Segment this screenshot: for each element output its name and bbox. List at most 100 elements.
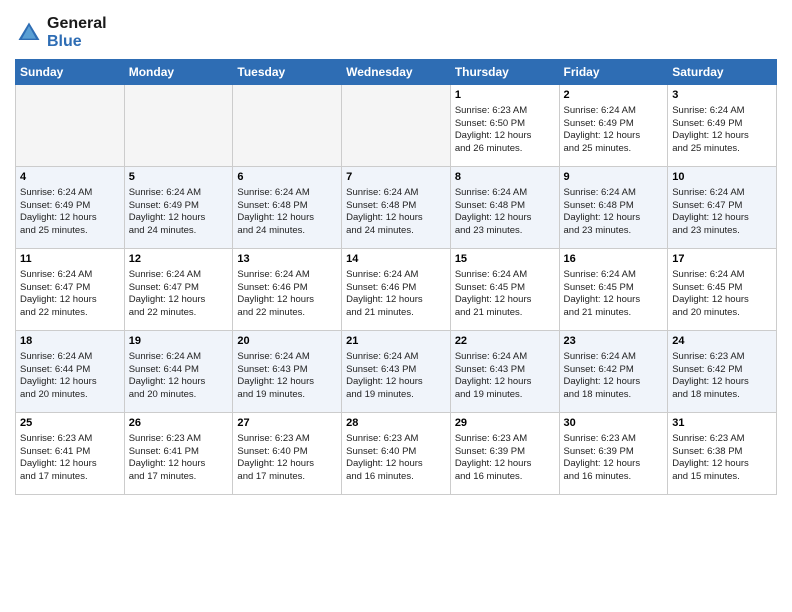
day-info: Sunrise: 6:24 AM Sunset: 6:48 PM Dayligh… [346, 187, 446, 238]
calendar-cell: 19 Sunrise: 6:24 AM Sunset: 6:44 PM Dayli… [124, 331, 233, 413]
calendar-cell [124, 85, 233, 167]
day-info: Sunrise: 6:24 AM Sunset: 6:45 PM Dayligh… [455, 269, 555, 320]
day-info: Sunrise: 6:23 AM Sunset: 6:42 PM Dayligh… [672, 351, 772, 402]
day-info: Sunrise: 6:24 AM Sunset: 6:49 PM Dayligh… [129, 187, 229, 238]
day-info: Sunrise: 6:24 AM Sunset: 6:47 PM Dayligh… [129, 269, 229, 320]
calendar-container: General Blue SundayMondayTuesdayWednesda… [0, 0, 792, 505]
calendar-cell: 21Sunrise: 6:24 AM Sunset: 6:43 PM Dayli… [342, 331, 451, 413]
calendar-cell: 20 Sunrise: 6:24 AM Sunset: 6:43 PM Dayli… [233, 331, 342, 413]
day-number: 4 [20, 170, 120, 185]
day-header-thursday: Thursday [450, 60, 559, 85]
day-info: Sunrise: 6:24 AM Sunset: 6:43 PM Dayligh… [237, 351, 337, 402]
day-info: Sunrise: 6:24 AM Sunset: 6:47 PM Dayligh… [20, 269, 120, 320]
day-info: Sunrise: 6:24 AM Sunset: 6:45 PM Dayligh… [564, 269, 664, 320]
day-header-saturday: Saturday [668, 60, 777, 85]
day-number: 17 [672, 252, 772, 267]
calendar-cell: 9 Sunrise: 6:24 AM Sunset: 6:48 PM Daylig… [559, 167, 668, 249]
day-number: 21 [346, 334, 446, 349]
calendar-cell: 24 Sunrise: 6:23 AM Sunset: 6:42 PM Dayli… [668, 331, 777, 413]
day-number: 6 [237, 170, 337, 185]
day-number: 20 [237, 334, 337, 349]
calendar-cell: 11 Sunrise: 6:24 AM Sunset: 6:47 PM Dayli… [16, 249, 125, 331]
day-info: Sunrise: 6:24 AM Sunset: 6:47 PM Dayligh… [672, 187, 772, 238]
calendar-cell: 3 Sunrise: 6:24 AM Sunset: 6:49 PM Daylig… [668, 85, 777, 167]
day-header-friday: Friday [559, 60, 668, 85]
calendar-cell: 12Sunrise: 6:24 AM Sunset: 6:47 PM Dayli… [124, 249, 233, 331]
calendar-cell: 27Sunrise: 6:23 AM Sunset: 6:40 PM Dayli… [233, 413, 342, 495]
calendar-cell: 16Sunrise: 6:24 AM Sunset: 6:45 PM Dayli… [559, 249, 668, 331]
calendar-cell: 23 Sunrise: 6:24 AM Sunset: 6:42 PM Dayli… [559, 331, 668, 413]
day-info: Sunrise: 6:23 AM Sunset: 6:40 PM Dayligh… [237, 433, 337, 484]
day-number: 7 [346, 170, 446, 185]
day-number: 9 [564, 170, 664, 185]
day-info: Sunrise: 6:24 AM Sunset: 6:49 PM Dayligh… [672, 105, 772, 156]
day-number: 14 [346, 252, 446, 267]
day-info: Sunrise: 6:23 AM Sunset: 6:39 PM Dayligh… [564, 433, 664, 484]
calendar-body: 1 Sunrise: 6:23 AM Sunset: 6:50 PM Daylig… [16, 85, 777, 495]
calendar-cell: 28 Sunrise: 6:23 AM Sunset: 6:40 PM Dayli… [342, 413, 451, 495]
week-row-4: 18 Sunrise: 6:24 AM Sunset: 6:44 PM Dayli… [16, 331, 777, 413]
logo-text: General Blue [47, 15, 107, 51]
day-info: Sunrise: 6:24 AM Sunset: 6:42 PM Dayligh… [564, 351, 664, 402]
day-info: Sunrise: 6:23 AM Sunset: 6:50 PM Dayligh… [455, 105, 555, 156]
day-info: Sunrise: 6:24 AM Sunset: 6:46 PM Dayligh… [237, 269, 337, 320]
day-info: Sunrise: 6:23 AM Sunset: 6:38 PM Dayligh… [672, 433, 772, 484]
calendar-header-row: SundayMondayTuesdayWednesdayThursdayFrid… [16, 60, 777, 85]
calendar-cell: 1 Sunrise: 6:23 AM Sunset: 6:50 PM Daylig… [450, 85, 559, 167]
calendar-cell: 13Sunrise: 6:24 AM Sunset: 6:46 PM Dayli… [233, 249, 342, 331]
day-info: Sunrise: 6:24 AM Sunset: 6:49 PM Dayligh… [564, 105, 664, 156]
calendar-cell: 7 Sunrise: 6:24 AM Sunset: 6:48 PM Daylig… [342, 167, 451, 249]
day-number: 10 [672, 170, 772, 185]
day-info: Sunrise: 6:24 AM Sunset: 6:43 PM Dayligh… [455, 351, 555, 402]
calendar-cell [16, 85, 125, 167]
calendar-cell: 30 Sunrise: 6:23 AM Sunset: 6:39 PM Dayli… [559, 413, 668, 495]
day-number: 18 [20, 334, 120, 349]
day-number: 28 [346, 416, 446, 431]
day-number: 3 [672, 88, 772, 103]
day-number: 11 [20, 252, 120, 267]
day-number: 31 [672, 416, 772, 431]
calendar-cell: 10 Sunrise: 6:24 AM Sunset: 6:47 PM Dayli… [668, 167, 777, 249]
day-info: Sunrise: 6:24 AM Sunset: 6:48 PM Dayligh… [237, 187, 337, 238]
day-info: Sunrise: 6:24 AM Sunset: 6:48 PM Dayligh… [564, 187, 664, 238]
logo: General Blue [15, 15, 107, 51]
calendar-cell: 4 Sunrise: 6:24 AM Sunset: 6:49 PM Daylig… [16, 167, 125, 249]
day-number: 15 [455, 252, 555, 267]
calendar-cell: 17 Sunrise: 6:24 AM Sunset: 6:45 PM Dayli… [668, 249, 777, 331]
calendar-table: SundayMondayTuesdayWednesdayThursdayFrid… [15, 59, 777, 495]
day-number: 25 [20, 416, 120, 431]
day-info: Sunrise: 6:24 AM Sunset: 6:49 PM Dayligh… [20, 187, 120, 238]
calendar-cell: 26 Sunrise: 6:23 AM Sunset: 6:41 PM Dayli… [124, 413, 233, 495]
day-header-monday: Monday [124, 60, 233, 85]
day-number: 23 [564, 334, 664, 349]
week-row-5: 25 Sunrise: 6:23 AM Sunset: 6:41 PM Dayli… [16, 413, 777, 495]
day-info: Sunrise: 6:23 AM Sunset: 6:40 PM Dayligh… [346, 433, 446, 484]
day-info: Sunrise: 6:24 AM Sunset: 6:48 PM Dayligh… [455, 187, 555, 238]
day-number: 26 [129, 416, 229, 431]
day-header-sunday: Sunday [16, 60, 125, 85]
day-info: Sunrise: 6:24 AM Sunset: 6:46 PM Dayligh… [346, 269, 446, 320]
day-number: 24 [672, 334, 772, 349]
day-header-wednesday: Wednesday [342, 60, 451, 85]
day-number: 30 [564, 416, 664, 431]
day-number: 29 [455, 416, 555, 431]
calendar-cell: 8 Sunrise: 6:24 AM Sunset: 6:48 PM Daylig… [450, 167, 559, 249]
calendar-cell: 25 Sunrise: 6:23 AM Sunset: 6:41 PM Dayli… [16, 413, 125, 495]
day-number: 22 [455, 334, 555, 349]
calendar-cell: 14 Sunrise: 6:24 AM Sunset: 6:46 PM Dayli… [342, 249, 451, 331]
calendar-cell: 22 Sunrise: 6:24 AM Sunset: 6:43 PM Dayli… [450, 331, 559, 413]
day-info: Sunrise: 6:24 AM Sunset: 6:44 PM Dayligh… [129, 351, 229, 402]
week-row-3: 11 Sunrise: 6:24 AM Sunset: 6:47 PM Dayli… [16, 249, 777, 331]
day-info: Sunrise: 6:23 AM Sunset: 6:39 PM Dayligh… [455, 433, 555, 484]
day-info: Sunrise: 6:23 AM Sunset: 6:41 PM Dayligh… [129, 433, 229, 484]
day-info: Sunrise: 6:23 AM Sunset: 6:41 PM Dayligh… [20, 433, 120, 484]
day-number: 5 [129, 170, 229, 185]
day-info: Sunrise: 6:24 AM Sunset: 6:45 PM Dayligh… [672, 269, 772, 320]
calendar-cell: 31 Sunrise: 6:23 AM Sunset: 6:38 PM Dayli… [668, 413, 777, 495]
week-row-1: 1 Sunrise: 6:23 AM Sunset: 6:50 PM Daylig… [16, 85, 777, 167]
day-info: Sunrise: 6:24 AM Sunset: 6:44 PM Dayligh… [20, 351, 120, 402]
day-number: 19 [129, 334, 229, 349]
day-number: 1 [455, 88, 555, 103]
day-number: 8 [455, 170, 555, 185]
calendar-cell: 5 Sunrise: 6:24 AM Sunset: 6:49 PM Daylig… [124, 167, 233, 249]
